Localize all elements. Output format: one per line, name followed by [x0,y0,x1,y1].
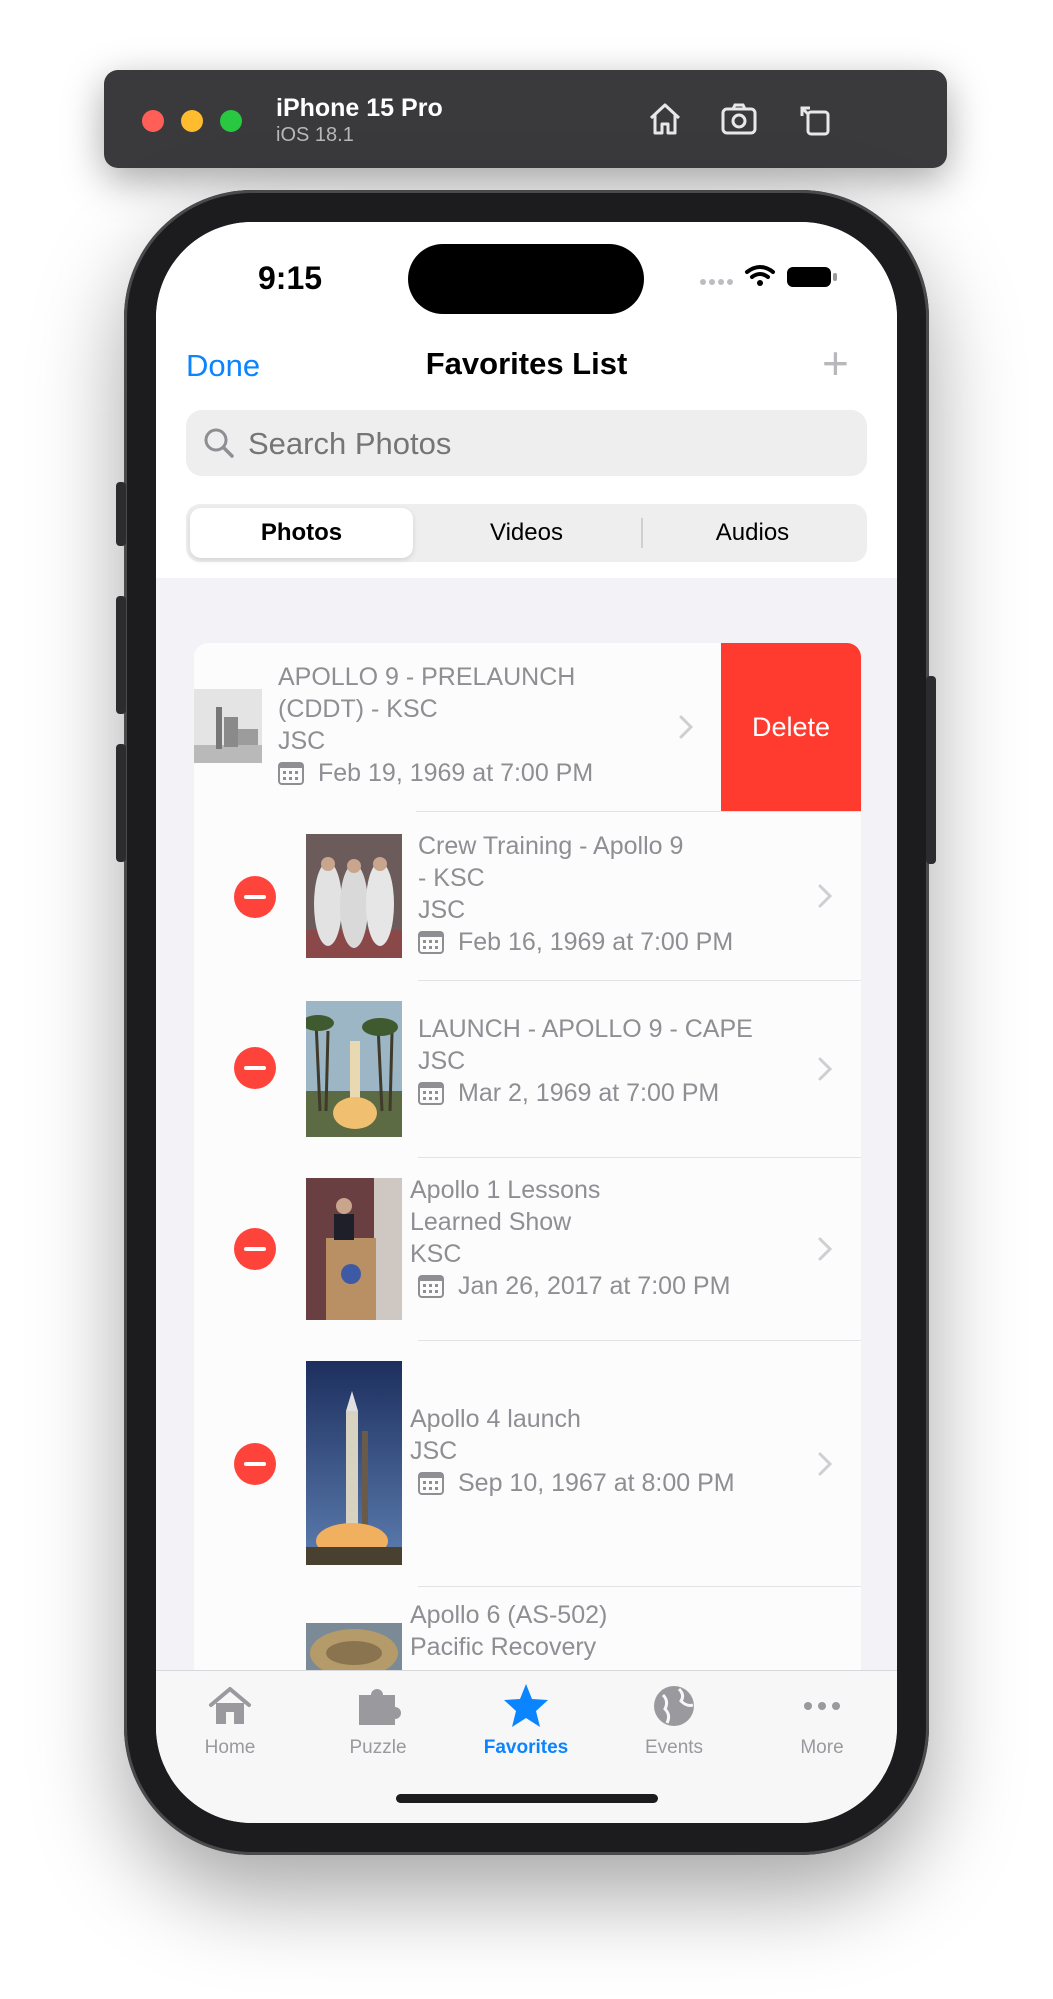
search-icon [204,428,234,458]
delete-row-button[interactable] [234,1443,276,1485]
tab-label: More [800,1737,844,1758]
chevron-right-icon [818,1237,833,1261]
thumbnail-image [306,1361,402,1565]
list-item[interactable]: Apollo 4 launch JSC Sep 10, 1967 at 8:00… [194,1341,861,1586]
segment-photos[interactable]: Photos [190,508,413,558]
item-center: JSC [418,1047,466,1075]
ellipsis-icon [804,1702,840,1710]
thumbnail-image [194,689,262,763]
tab-more[interactable]: More [748,1681,896,1759]
chevron-right-icon [818,1452,833,1476]
thumbnail-image [306,1001,402,1137]
volume-down-button [116,744,126,862]
power-button [926,676,936,864]
item-title: Apollo 1 Lessons [410,1176,601,1204]
item-center: JSC [418,896,466,924]
navigation-header: 9:15 Done Favorites List + Search Photos… [156,222,897,578]
status-time: 9:15 [258,260,323,296]
battery-icon [787,267,837,287]
rotate-icon[interactable] [794,96,840,142]
delete-button[interactable]: Delete [721,643,861,811]
signal-icon [700,279,733,285]
dynamic-island [408,244,644,314]
item-date: Mar 2, 1969 at 7:00 PM [458,1079,720,1107]
item-center: KSC [410,1240,462,1268]
zoom-window-button[interactable] [220,110,242,132]
screenshot-icon[interactable] [716,96,762,142]
search-input[interactable] [246,410,850,478]
segment-videos[interactable]: Videos [415,508,638,558]
action-button [116,482,126,546]
volume-up-button [116,596,126,714]
delete-row-button[interactable] [234,876,276,918]
chevron-right-icon [818,884,833,908]
item-date: Sep 10, 1967 at 8:00 PM [458,1469,735,1497]
tab-label: Favorites [483,1737,569,1758]
puzzle-icon [359,1689,401,1725]
chevron-right-icon [818,1057,833,1081]
list-item[interactable]: APOLLO 9 - PRELAUNCH (CDDT) - KSC JSC Fe… [194,643,861,811]
tab-label: Events [644,1737,704,1758]
calendar-icon [418,931,444,954]
delete-row-button[interactable] [234,1228,276,1270]
calendar-icon [418,1275,444,1298]
item-title: Apollo 6 (AS-502) [410,1601,608,1629]
tab-home[interactable]: Home [156,1681,304,1759]
item-title: LAUNCH - APOLLO 9 - CAPE [418,1015,753,1043]
calendar-icon [418,1082,444,1105]
item-title: Apollo 4 launch [410,1405,581,1433]
item-title: Crew Training - Apollo 9 [418,832,684,860]
tab-favorites[interactable]: Favorites [452,1681,600,1759]
item-title-cont: - KSC [418,864,485,892]
media-type-segmented-control: Photos Videos Audios [186,504,867,562]
add-button[interactable]: + [822,340,849,386]
list-item[interactable]: LAUNCH - APOLLO 9 - CAPE JSC Mar 2, 1969… [194,981,861,1157]
segment-audios[interactable]: Audios [641,508,864,558]
search-bar[interactable] [186,410,867,478]
status-indicators [697,262,847,292]
simulator-toolbar: iPhone 15 Pro iOS 18.1 [104,70,947,168]
house-icon [209,1687,251,1724]
thumbnail-image [306,834,402,958]
device-name: iPhone 15 Pro [276,94,443,122]
item-title-cont: (CDDT) - KSC [278,695,438,723]
calendar-icon [278,762,304,785]
tab-label: Puzzle [349,1737,407,1758]
globe-icon [654,1686,694,1726]
chevron-right-icon [679,715,694,739]
phone-screen: 9:15 Done Favorites List + Search Photos… [156,222,897,1823]
item-center: JSC [410,1437,458,1465]
calendar-icon [418,1472,444,1495]
os-version: iOS 18.1 [276,124,354,146]
list-item[interactable]: Apollo 1 Lessons Learned Show KSC Jan 26… [194,1158,861,1340]
item-date: Jan 26, 2017 at 7:00 PM [458,1272,731,1300]
minimize-window-button[interactable] [181,110,203,132]
thumbnail-image [306,1178,402,1320]
item-title-cont: Pacific Recovery [410,1633,597,1661]
item-date: Feb 16, 1969 at 7:00 PM [458,928,734,956]
tab-events[interactable]: Events [600,1681,748,1759]
item-title: APOLLO 9 - PRELAUNCH [278,663,576,691]
home-icon[interactable] [642,96,688,142]
tab-label: Home [204,1737,256,1758]
favorites-list: APOLLO 9 - PRELAUNCH (CDDT) - KSC JSC Fe… [194,643,861,1773]
home-indicator [396,1794,658,1803]
list-item[interactable]: Crew Training - Apollo 9 - KSC JSC Feb 1… [194,812,861,980]
item-date: Feb 19, 1969 at 7:00 PM [318,759,594,787]
close-window-button[interactable] [142,110,164,132]
item-center: JSC [278,727,326,755]
star-icon [504,1684,548,1727]
delete-row-button[interactable] [234,1047,276,1089]
tab-puzzle[interactable]: Puzzle [304,1681,452,1759]
wifi-icon [745,265,775,286]
item-title-cont: Learned Show [410,1208,572,1236]
page-title: Favorites List [425,346,628,381]
